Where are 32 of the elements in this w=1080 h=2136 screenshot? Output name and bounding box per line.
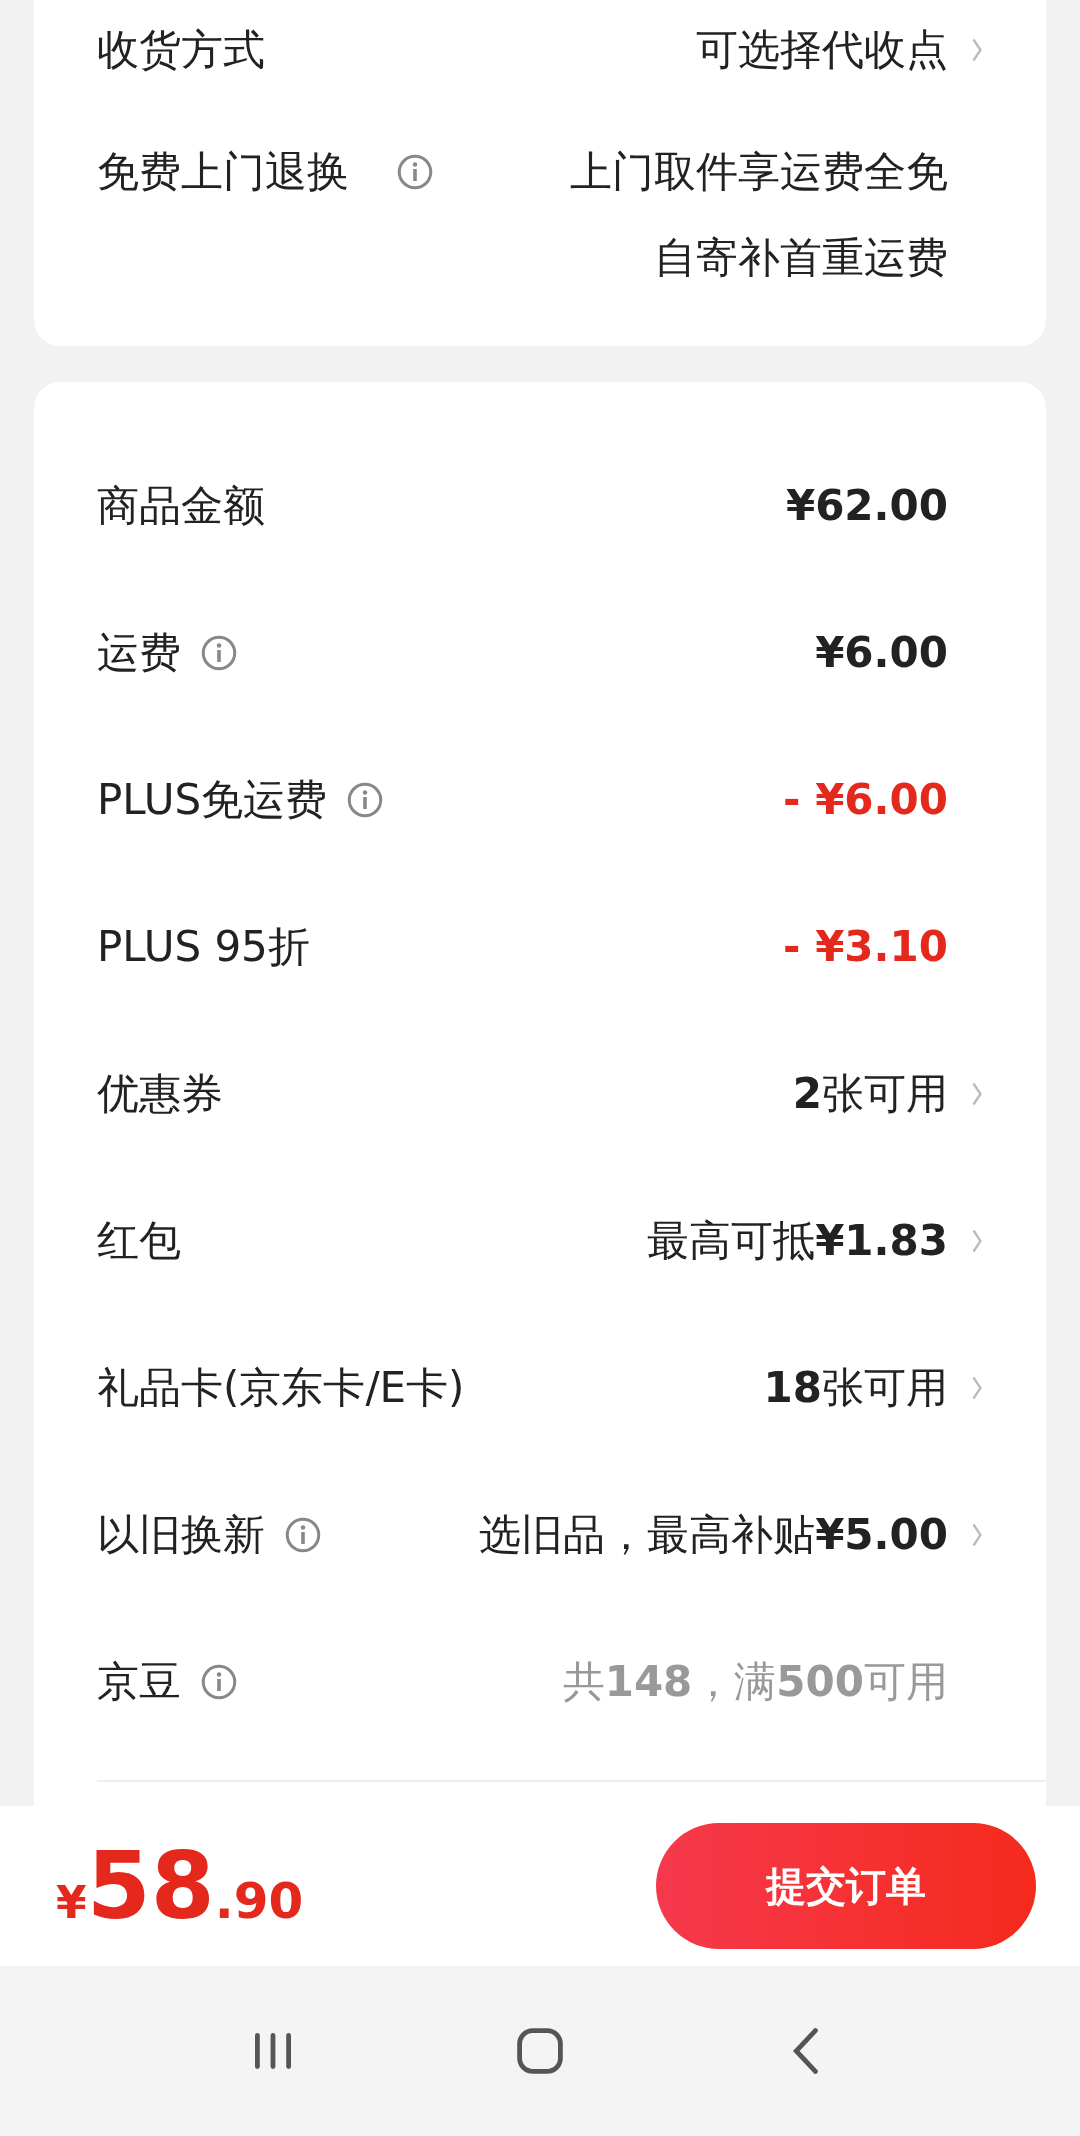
info-icon[interactable] [201, 1663, 237, 1700]
row-label: 运费 [97, 626, 181, 679]
row-label: 以旧换新 [97, 1508, 265, 1561]
info-icon[interactable] [397, 154, 433, 190]
row-value: ¥62.00 [785, 481, 948, 530]
row-label: 免费上门退换 [97, 146, 349, 198]
row-value: ¥6.00 [815, 628, 948, 677]
info-icon[interactable] [285, 1516, 321, 1553]
row-value: 共148，满500可用 [562, 1655, 948, 1708]
total-price: 58 [86, 1832, 215, 1940]
row-value: 最高可抵¥1.83 [647, 1214, 948, 1267]
row-label: 收货方式 [97, 24, 265, 76]
row-label: 京豆 [97, 1655, 181, 1708]
row-label: PLUS免运费 [97, 773, 328, 826]
row-value: - ¥6.00 [783, 775, 948, 824]
row-value: 2张可用 [792, 1067, 948, 1120]
row-label: 礼品卡(京东卡/E卡) [97, 1361, 465, 1414]
price-decimal: .90 [214, 1871, 304, 1930]
row-value: - ¥3.10 [783, 922, 948, 971]
currency-symbol: ¥ [56, 1876, 87, 1928]
info-icon[interactable] [201, 634, 237, 671]
row-label: 商品金额 [97, 479, 265, 532]
row-value: 上门取件享运费全免 [570, 146, 948, 198]
row-value: 可选择代收点 [696, 24, 948, 76]
row-value: 18张可用 [763, 1361, 948, 1414]
row-label: 红包 [97, 1214, 181, 1267]
submit-order-button[interactable]: 提交订单 [656, 1823, 1036, 1949]
row-label: PLUS 95折 [97, 920, 310, 973]
row-value: 自寄补首重运费 [654, 232, 948, 284]
info-icon[interactable] [347, 781, 384, 818]
row-label: 优惠券 [97, 1067, 223, 1120]
row-value: 选旧品，最高补贴¥5.00 [479, 1508, 948, 1561]
